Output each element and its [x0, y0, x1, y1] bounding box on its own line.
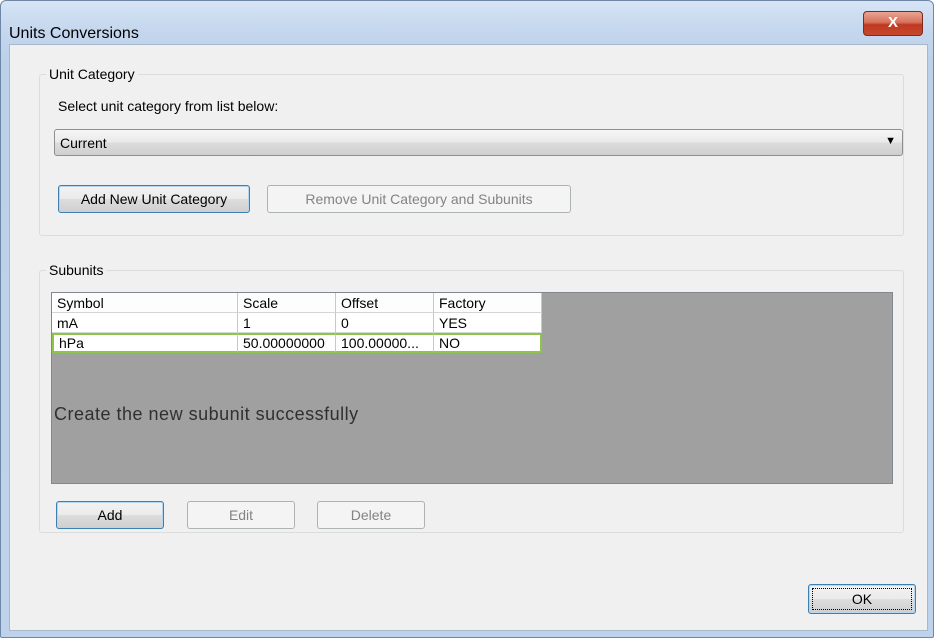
cell-symbol[interactable]: hPa	[52, 333, 238, 353]
chevron-down-icon: ▼	[885, 135, 896, 147]
unit-category-prompt: Select unit category from list below:	[58, 98, 279, 114]
unit-category-selected: Current	[60, 135, 107, 151]
cell-factory[interactable]: YES	[434, 313, 542, 333]
edit-subunit-button[interactable]: Edit	[187, 501, 295, 529]
cell-scale[interactable]: 1	[238, 313, 336, 333]
unit-category-select[interactable]: Current ▼	[54, 129, 903, 156]
subunits-legend: Subunits	[46, 262, 107, 278]
column-header-offset[interactable]: Offset	[336, 293, 434, 313]
status-message: Create the new subunit successfully	[54, 404, 359, 424]
column-header-scale[interactable]: Scale	[238, 293, 336, 313]
close-button[interactable]: X	[863, 11, 923, 36]
cell-scale[interactable]: 50.00000000	[238, 333, 336, 353]
remove-unit-category-button[interactable]: Remove Unit Category and Subunits	[267, 185, 571, 213]
cell-factory[interactable]: NO	[434, 333, 542, 353]
column-header-factory[interactable]: Factory	[434, 293, 542, 313]
subunits-table[interactable]: Symbol Scale Offset Factory mA 1 0 YES h…	[51, 292, 893, 484]
cell-offset[interactable]: 100.00000...	[336, 333, 434, 353]
units-conversions-dialog: Units Conversions X Unit Category Select…	[0, 0, 934, 638]
unit-category-legend: Unit Category	[46, 66, 138, 82]
title-bar: Units Conversions X	[1, 1, 933, 45]
cell-symbol[interactable]: mA	[52, 313, 238, 333]
add-subunit-button[interactable]: Add	[56, 501, 164, 529]
add-unit-category-button[interactable]: Add New Unit Category	[58, 185, 250, 213]
column-header-symbol[interactable]: Symbol	[52, 293, 238, 313]
dialog-body: Unit Category Select unit category from …	[9, 44, 928, 631]
delete-subunit-button[interactable]: Delete	[317, 501, 425, 529]
ok-button[interactable]: OK	[808, 584, 916, 614]
cell-offset[interactable]: 0	[336, 313, 434, 333]
window-title: Units Conversions	[9, 25, 139, 42]
